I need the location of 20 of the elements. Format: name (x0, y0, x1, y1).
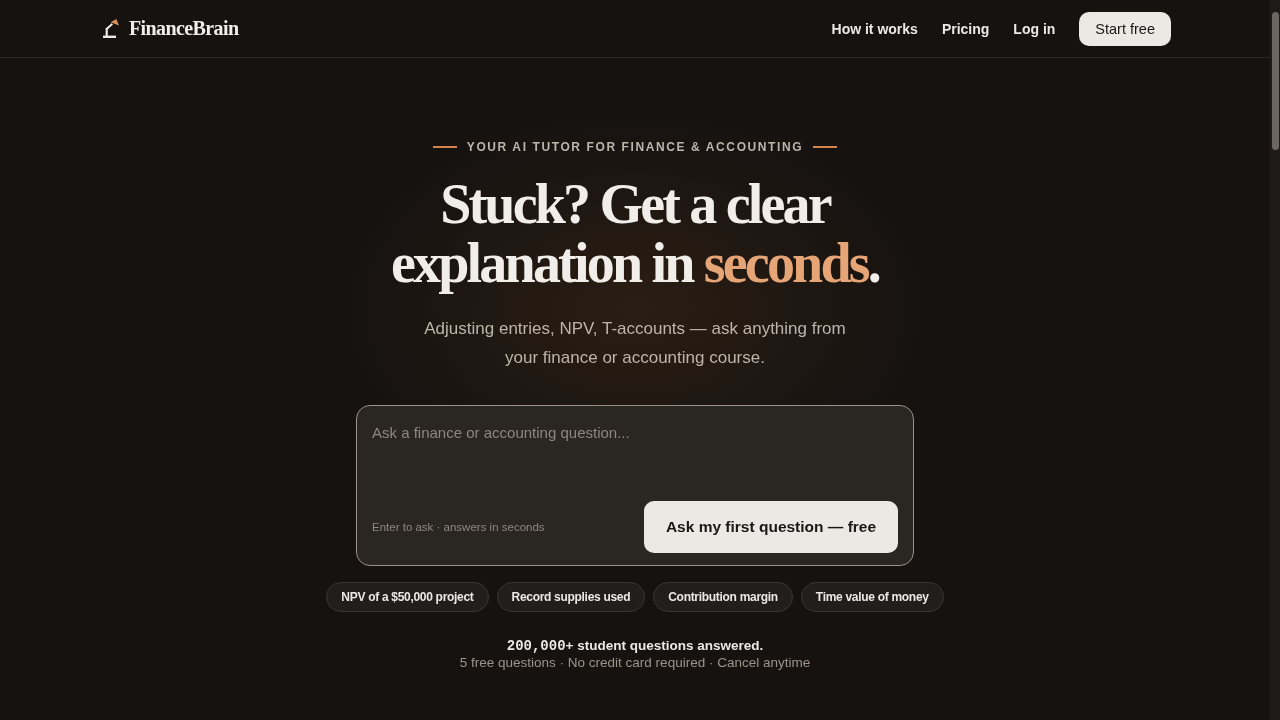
start-button[interactable]: Start free (1079, 11, 1171, 46)
nav-link[interactable]: Pricing (941, 20, 990, 37)
suggestion-chip[interactable]: Contribution margin (653, 582, 793, 612)
fine-print: 5 free questions · No credit card required · Cancel anytime (459, 655, 811, 670)
scrollbar[interactable] (1270, 0, 1280, 720)
stats-text: 200,000+ student questions answered. (506, 638, 764, 654)
question-box[interactable]: Ask a finance or accounting question... Enter to ask · answers in seconds Ask my first question — free (356, 405, 914, 566)
headline: Stuck? Get a clear explanation in seconds. (390, 175, 881, 293)
suggestion-chip[interactable]: NPV of a $50,000 project (326, 582, 489, 612)
subtitle: Adjusting entries, NPV, T-accounts — ask anything from your finance or accounting course. (423, 318, 847, 369)
nav-link[interactable]: How it works (831, 20, 918, 37)
nav-link[interactable]: Log in (1013, 20, 1056, 37)
eyebrow-text: YOUR AI TUTOR FOR FINANCE & ACCOUNTING (466, 140, 804, 154)
desk-lamp-icon (102, 19, 119, 38)
hint-text: Enter to ask · answers in seconds (372, 521, 545, 533)
suggestion-chip[interactable]: Record supplies used (496, 582, 646, 612)
suggestion-chip[interactable]: Time value of money (800, 582, 944, 612)
question-field[interactable]: Ask a finance or accounting question... (372, 422, 898, 501)
brand-name: FinanceBrain (129, 17, 239, 40)
ask-button[interactable]: Ask my first question — free (644, 501, 898, 553)
